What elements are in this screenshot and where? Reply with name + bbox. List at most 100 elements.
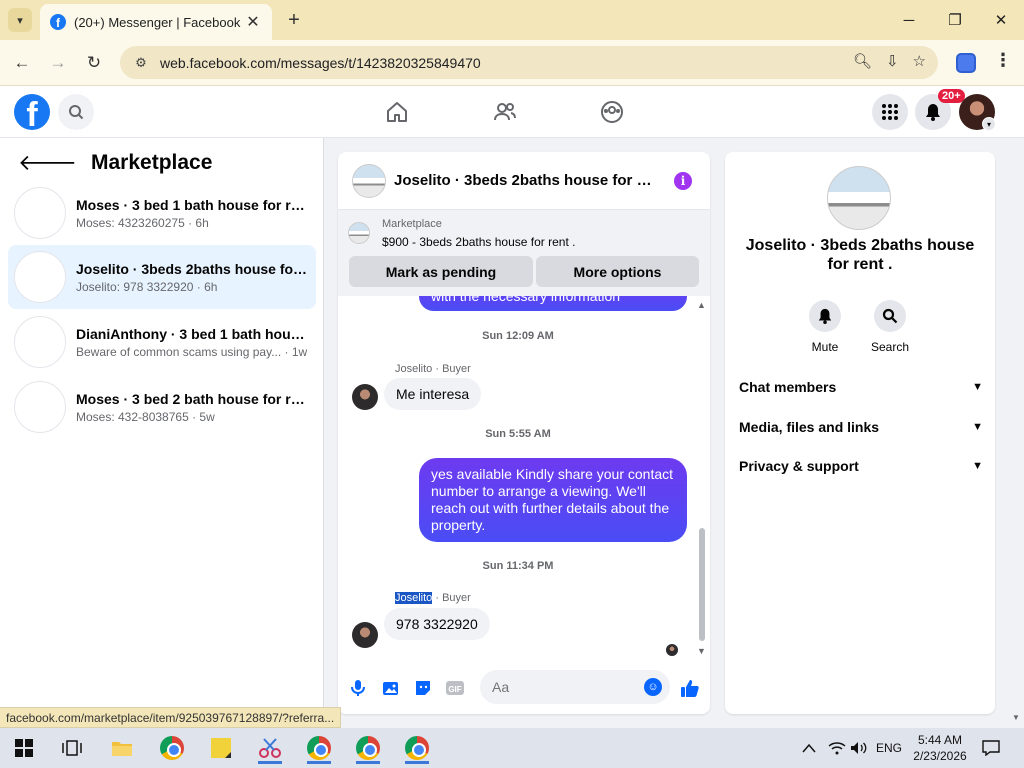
conversation-item[interactable]: Moses · 3 bed 1 bath house for rent Mose… — [8, 181, 316, 245]
bookmark-star-icon[interactable]: ☆ — [913, 52, 926, 70]
photo-icon[interactable] — [381, 678, 401, 698]
marketplace-sidebar: 🡐 Marketplace Moses · 3 bed 1 bath house… — [0, 138, 324, 708]
language-indicator[interactable]: ENG — [876, 728, 902, 768]
tab-title: (20+) Messenger | Facebook — [74, 14, 241, 30]
sticky-notes-icon[interactable] — [201, 732, 241, 764]
reload-button[interactable]: ↻ — [81, 50, 107, 76]
chrome-profile-3-icon[interactable] — [397, 732, 437, 764]
file-explorer-icon[interactable] — [102, 732, 142, 764]
message-sender-label: Joselito · Buyer — [395, 592, 471, 604]
facebook-logo-icon[interactable]: f — [14, 94, 50, 130]
system-clock[interactable]: 5:44 AM 2/23/2026 — [908, 732, 972, 764]
gif-icon[interactable]: GIF — [445, 678, 465, 698]
message-bubble-incoming: Me interesa — [384, 378, 482, 410]
search-conversation-button[interactable]: Search — [860, 300, 920, 354]
chevron-down-icon[interactable]: ▾ — [982, 117, 996, 131]
privacy-support-section[interactable]: Privacy & support ▼ — [739, 454, 983, 478]
conversation-avatar — [14, 381, 66, 433]
chat-members-section[interactable]: Chat members ▼ — [739, 375, 983, 399]
mark-as-pending-button[interactable]: Mark as pending — [349, 256, 533, 287]
conversation-info-panel: Joselito · 3beds 2baths house for rent .… — [725, 152, 995, 714]
tab-search-button[interactable]: ▾ — [8, 8, 32, 32]
listing-title[interactable]: $900 - 3beds 2baths house for rent . — [382, 235, 575, 249]
mute-button[interactable]: Mute — [795, 300, 855, 354]
conversation-preview: Joselito: 978 3322920 · 6h — [76, 279, 218, 294]
more-options-button[interactable]: More options — [536, 256, 699, 287]
forward-button[interactable]: → — [45, 50, 71, 76]
restore-button[interactable]: ❐ — [932, 0, 978, 40]
chevron-down-icon: ▼ — [972, 381, 983, 393]
address-bar[interactable]: ⚙ web.facebook.com/messages/t/1423820325… — [120, 46, 938, 79]
conversation-preview: Moses: 4323260275 · 6h — [76, 215, 209, 230]
new-tab-button[interactable]: + — [282, 8, 306, 32]
browser-menu-icon[interactable]: ⋮ — [994, 50, 1012, 71]
install-app-icon[interactable]: ⇩ — [886, 52, 899, 70]
windows-taskbar: ENG 5:44 AM 2/23/2026 — [0, 728, 1024, 768]
close-window-button[interactable]: ✕ — [978, 0, 1024, 40]
listing-profile-image[interactable] — [827, 166, 891, 230]
conversation-item[interactable]: DianiAnthony · 3 bed 1 bath house... Bew… — [8, 310, 316, 374]
chat-title[interactable]: Joselito · 3beds 2baths house for re... — [394, 172, 656, 189]
scroll-up-icon[interactable]: ▲ — [697, 300, 706, 310]
message-sender-label: Joselito · Buyer — [395, 363, 471, 375]
wifi-icon[interactable] — [828, 728, 846, 768]
sidebar-header: 🡐 Marketplace — [18, 150, 212, 176]
conversation-preview: Beware of common scams using pay... · 1w — [76, 344, 308, 359]
conversation-preview: Moses: 432-8038765 · 5w — [76, 409, 215, 424]
zoom-icon[interactable]: 🔍︎ — [853, 52, 872, 70]
scroll-down-icon[interactable]: ▼ — [697, 646, 706, 656]
task-view-icon[interactable] — [52, 732, 92, 764]
clock-date: 2/23/2026 — [913, 749, 967, 763]
info-icon[interactable]: i — [674, 172, 692, 190]
extension-icon[interactable] — [956, 53, 976, 73]
grid-icon — [882, 104, 898, 120]
chevron-down-icon: ▼ — [972, 421, 983, 433]
sender-avatar[interactable] — [352, 622, 378, 648]
groups-nav-icon[interactable] — [598, 98, 626, 126]
tab-close-icon[interactable]: ✕ — [244, 12, 262, 32]
listing-thumbnail[interactable] — [348, 222, 370, 244]
windows-start-button[interactable] — [4, 732, 44, 764]
message-timestamp: Sun 11:34 PM — [482, 560, 554, 572]
chrome-profile-icon[interactable] — [152, 732, 192, 764]
friends-nav-icon[interactable] — [491, 98, 519, 126]
page-scroll-down-icon[interactable]: ▼ — [1012, 713, 1020, 722]
scrollbar-thumb[interactable] — [699, 528, 705, 641]
menu-grid-button[interactable] — [872, 94, 908, 130]
conversation-avatar — [14, 316, 66, 368]
minimize-button[interactable]: ─ — [886, 0, 932, 40]
clock-time: 5:44 AM — [917, 733, 963, 747]
chrome-profile-2-icon[interactable] — [348, 732, 388, 764]
snipping-tool-icon[interactable] — [250, 732, 290, 764]
site-info-icon[interactable]: ⚙ — [132, 54, 150, 72]
emoji-icon[interactable]: ☺ — [644, 678, 662, 696]
message-bubble-incoming: 978 3322920 — [384, 608, 490, 640]
sticker-icon[interactable] — [413, 678, 433, 698]
like-thumbs-up-icon[interactable] — [680, 678, 700, 698]
browser-tab-active[interactable]: f (20+) Messenger | Facebook ✕ — [40, 4, 272, 40]
chrome-active-icon[interactable] — [299, 732, 339, 764]
svg-text:GIF: GIF — [448, 685, 461, 694]
chat-header: Joselito · 3beds 2baths house for re... … — [338, 152, 710, 210]
media-files-links-section[interactable]: Media, files and links ▼ — [739, 415, 983, 439]
search-label: Search — [870, 340, 910, 354]
message-bubble-outgoing: with the necessary information — [419, 296, 687, 311]
home-nav-icon[interactable] — [383, 98, 411, 126]
facebook-search-button[interactable] — [58, 94, 94, 130]
conversation-name: DianiAnthony · 3 bed 1 bath house... — [76, 325, 316, 342]
conversation-item[interactable]: Moses · 3 bed 2 bath house for rent Mose… — [8, 375, 316, 439]
back-button[interactable]: ← — [9, 50, 35, 76]
notification-center-icon[interactable] — [982, 728, 1000, 768]
volume-icon[interactable] — [850, 728, 868, 768]
conversation-item-active[interactable]: Joselito · 3beds 2baths house for r... J… — [8, 245, 316, 309]
message-scrollbar[interactable]: ▲ ▼ — [696, 300, 708, 656]
mute-label: Mute — [811, 340, 839, 354]
browser-tabbar: ▾ f (20+) Messenger | Facebook ✕ + ─ ❐ ✕ — [0, 0, 1024, 40]
microphone-icon[interactable] — [348, 678, 368, 698]
show-hidden-icons[interactable] — [802, 728, 816, 768]
listing-avatar[interactable] — [352, 163, 386, 198]
sender-avatar[interactable] — [352, 384, 378, 410]
back-arrow-icon[interactable]: 🡐 — [18, 150, 77, 176]
link-status-bar: facebook.com/marketplace/item/9250397671… — [0, 707, 342, 728]
message-input[interactable] — [480, 670, 670, 704]
